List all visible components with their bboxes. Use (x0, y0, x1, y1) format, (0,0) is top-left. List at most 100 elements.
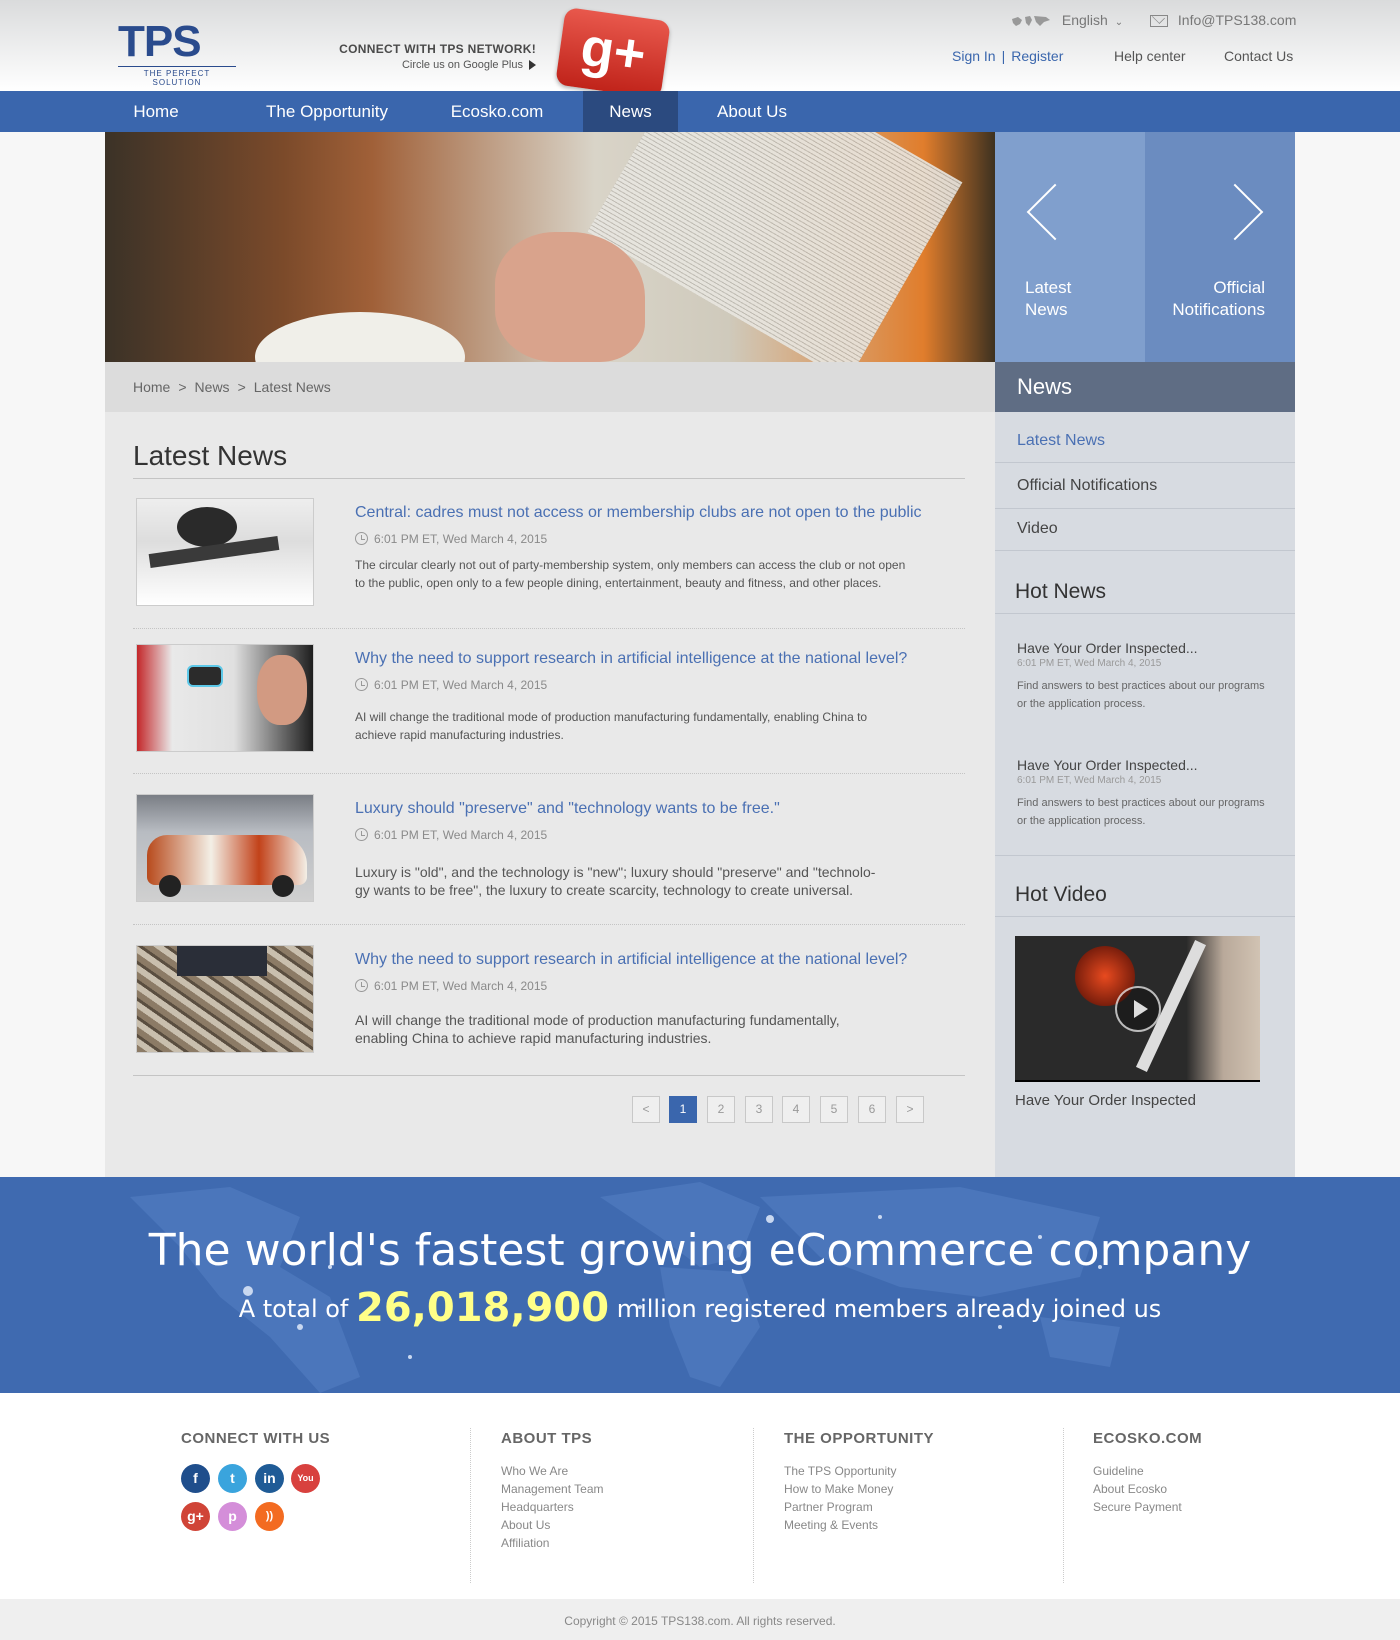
slider-prev-latest-news[interactable]: Latest News (995, 132, 1145, 362)
hot-news-item-desc: Find answers to best practices about our… (1017, 677, 1287, 713)
sign-in-link[interactable]: Sign In (952, 48, 996, 64)
hot-news-item-time: 6:01 PM ET, Wed March 4, 2015 (1017, 658, 1162, 669)
footer-link-about-us[interactable]: About Us (501, 1519, 604, 1532)
slider-right-label: Official Notifications (1172, 277, 1265, 321)
hot-news-divider (995, 613, 1295, 614)
facebook-icon[interactable]: f (181, 1464, 210, 1493)
news-thumbnail[interactable] (136, 945, 314, 1053)
footer-link-secure-payment[interactable]: Secure Payment (1093, 1501, 1202, 1514)
footer-link-about-ecosko[interactable]: About Ecosko (1093, 1483, 1202, 1496)
breadcrumb-news[interactable]: News (195, 379, 230, 395)
sidebar: News Latest News Official Notifications … (995, 362, 1295, 1177)
thumb-wheel-graphic (272, 875, 294, 897)
footer-link-meeting-events[interactable]: Meeting & Events (784, 1519, 934, 1532)
news-divider (133, 773, 965, 774)
news-item: Why the need to support research in arti… (133, 644, 965, 754)
email-link[interactable]: Info@TPS138.com (1150, 12, 1296, 28)
copyright: Copyright © 2015 TPS138.com. All rights … (0, 1599, 1400, 1640)
connect-promo[interactable]: CONNECT WITH TPS NETWORK! Circle us on G… (326, 42, 536, 71)
slider-left-line1: Latest (1025, 278, 1072, 297)
news-thumbnail[interactable] (136, 498, 314, 606)
footer-link-management-team[interactable]: Management Team (501, 1483, 604, 1496)
footer-link-who-we-are[interactable]: Who We Are (501, 1465, 604, 1478)
nav-the-opportunity[interactable]: The Opportunity (262, 91, 392, 132)
hot-news-desc-line1: Find answers to best practices about our… (1017, 680, 1265, 692)
googleplus-icon[interactable]: g+ (181, 1502, 210, 1531)
connect-subline: Circle us on Google Plus (326, 59, 536, 71)
youtube-icon[interactable]: You (291, 1464, 320, 1493)
pinterest-icon[interactable]: p (218, 1502, 247, 1531)
footer-link-tps-opportunity[interactable]: The TPS Opportunity (784, 1465, 934, 1478)
news-title[interactable]: Luxury should "preserve" and "technology… (355, 800, 780, 818)
news-title[interactable]: Central: cadres must not access or membe… (355, 504, 922, 522)
footer-link-how-to-make-money[interactable]: How to Make Money (784, 1483, 934, 1496)
world-map-icon (1012, 16, 1050, 27)
news-title[interactable]: Why the need to support research in arti… (355, 650, 907, 668)
help-center-link[interactable]: Help center (1114, 48, 1186, 64)
contact-us-link[interactable]: Contact Us (1224, 48, 1293, 64)
news-title[interactable]: Why the need to support research in arti… (355, 951, 907, 969)
play-icon[interactable] (1115, 986, 1161, 1032)
hot-news-item[interactable]: Have Your Order Inspected... 6:01 PM ET,… (1017, 640, 1287, 713)
slider-next-official-notifications[interactable]: Official Notifications (1145, 132, 1295, 362)
footer-link-partner-program[interactable]: Partner Program (784, 1501, 934, 1514)
footer: CONNECT WITH US f t in You g+ p )) ABOUT… (0, 1393, 1400, 1599)
thumb-person-graphic (177, 946, 267, 976)
pager-page-1[interactable]: 1 (669, 1096, 697, 1123)
footer-about-title: ABOUT TPS (501, 1430, 593, 1447)
register-link[interactable]: Register (1011, 48, 1063, 64)
thumb-face-graphic (257, 655, 307, 725)
footer-link-affiliation[interactable]: Affiliation (501, 1537, 604, 1550)
tps-logo[interactable]: TPS THE PERFECT SOLUTION (118, 20, 238, 87)
breadcrumb-current: Latest News (253, 379, 331, 395)
hot-video-player[interactable] (1015, 936, 1260, 1082)
pager-next-button[interactable]: > (896, 1096, 924, 1123)
pager-page-4[interactable]: 4 (782, 1096, 810, 1123)
footer-connect-title: CONNECT WITH US (181, 1430, 331, 1447)
hot-news-desc-line1: Find answers to best practices about our… (1017, 797, 1265, 809)
thumb-wheel-graphic (159, 875, 181, 897)
chevron-down-icon: ⌄ (1114, 17, 1124, 28)
breadcrumb-home[interactable]: Home (133, 379, 170, 395)
sidebar-item-latest-news[interactable]: Latest News (995, 412, 1295, 463)
hot-news-item[interactable]: Have Your Order Inspected... 6:01 PM ET,… (1017, 757, 1287, 830)
footer-divider (470, 1428, 471, 1583)
sidebar-item-official-notifications[interactable]: Official Notifications (995, 463, 1295, 509)
hot-video-title: Hot Video (1015, 883, 1107, 906)
hot-video-top-divider (995, 855, 1295, 856)
news-time-text: 6:01 PM ET, Wed March 4, 2015 (374, 678, 548, 692)
banner-suffix: million registered members already joine… (616, 1295, 1162, 1323)
slider-right-line1: Official (1213, 278, 1265, 297)
footer-link-headquarters[interactable]: Headquarters (501, 1501, 604, 1514)
footer-about-column: ABOUT TPS Who We Are Management Team Hea… (501, 1430, 604, 1550)
nav-home[interactable]: Home (120, 91, 192, 132)
main-content: Home > News > Latest News Latest News Centra… (105, 362, 995, 1177)
connect-heading: CONNECT WITH TPS NETWORK! (339, 42, 536, 56)
dotted-divider (133, 773, 965, 774)
pager-page-3[interactable]: 3 (745, 1096, 773, 1123)
news-item: Luxury should "preserve" and "technology… (133, 794, 965, 904)
language-selector[interactable]: English ⌄ (1010, 12, 1123, 28)
google-plus-icon[interactable]: g+ (555, 7, 671, 99)
news-thumbnail[interactable] (136, 644, 314, 752)
stats-banner: The world's fastest growing eCommerce co… (0, 1177, 1400, 1393)
main-nav: Home The Opportunity Ecosko.com News Abo… (0, 91, 1400, 132)
news-thumbnail[interactable] (136, 794, 314, 902)
pager-prev-button[interactable]: < (632, 1096, 660, 1123)
nav-about-us[interactable]: About Us (712, 91, 792, 132)
footer-link-guideline[interactable]: Guideline (1093, 1465, 1202, 1478)
news-desc: The circular clearly not out of party-me… (355, 556, 935, 592)
nav-ecosko[interactable]: Ecosko.com (444, 91, 550, 132)
news-divider (133, 628, 965, 629)
twitter-icon[interactable]: t (218, 1464, 247, 1493)
pager-page-6[interactable]: 6 (858, 1096, 886, 1123)
nav-news[interactable]: News (583, 91, 678, 132)
hot-video-caption[interactable]: Have Your Order Inspected (1015, 1092, 1196, 1109)
sidebar-item-video[interactable]: Video (995, 509, 1295, 551)
pager-page-5[interactable]: 5 (820, 1096, 848, 1123)
banner-prefix: A total of (238, 1295, 349, 1323)
hot-news-item-time: 6:01 PM ET, Wed March 4, 2015 (1017, 775, 1162, 786)
pager-page-2[interactable]: 2 (707, 1096, 735, 1123)
rss-icon[interactable]: )) (255, 1502, 284, 1531)
linkedin-icon[interactable]: in (255, 1464, 284, 1493)
